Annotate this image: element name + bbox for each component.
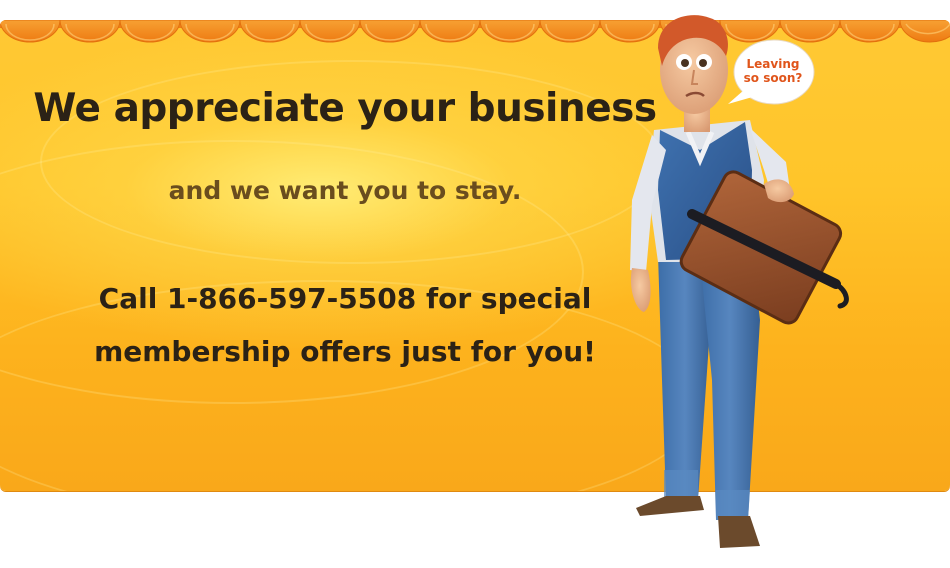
headline: We appreciate your business	[33, 86, 657, 131]
departing-man-illustration	[630, 15, 849, 548]
head	[658, 15, 729, 132]
offer-line-phone: Call 1-866-597-5508 for special	[98, 282, 592, 315]
page: We appreciate your business and we want …	[0, 0, 950, 568]
offer-text: Call 1-866-597-5508 for special membersh…	[0, 272, 690, 378]
speech-bubble-line-2: so soon?	[743, 71, 803, 85]
subheadline: and we want you to stay.	[168, 176, 522, 205]
speech-bubble-line-1: Leaving	[746, 57, 800, 71]
offer-line-membership: membership offers just for you!	[94, 335, 596, 368]
speech-bubble-text: Leaving so soon?	[734, 57, 812, 85]
